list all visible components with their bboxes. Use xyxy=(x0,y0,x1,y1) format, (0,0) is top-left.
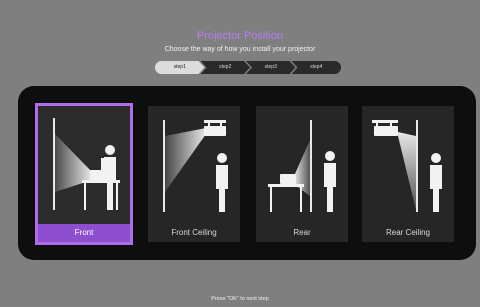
option-rear-ceiling[interactable]: Rear Ceiling xyxy=(362,106,454,242)
option-front-label: Front xyxy=(38,224,130,242)
step-2[interactable]: step2 xyxy=(201,61,251,74)
step-indicator: step1 step2 step3 step4 xyxy=(155,61,341,74)
option-rear-ceiling-label: Rear Ceiling xyxy=(385,228,431,237)
next-step-hint: Press "OK" to next step xyxy=(211,296,269,302)
option-front-ceiling-label: Front Ceiling xyxy=(171,228,217,237)
option-front-ceiling[interactable]: Front Ceiling xyxy=(148,106,240,242)
front-projection-icon xyxy=(53,118,120,210)
step-1[interactable]: step1 xyxy=(155,61,205,74)
page-title: Projector Position xyxy=(196,30,284,42)
front-ceiling-projection-icon xyxy=(163,120,228,212)
position-options-panel: Front Front Ceiling Rear Rear Ceiling xyxy=(18,86,476,260)
rear-ceiling-projection-icon xyxy=(372,120,442,212)
step-3[interactable]: step3 xyxy=(246,61,296,74)
option-rear[interactable]: Rear xyxy=(256,106,348,242)
page-subtitle: Choose the way of how you install your p… xyxy=(164,46,316,53)
step-4[interactable]: step4 xyxy=(291,61,341,74)
option-front[interactable]: Front xyxy=(35,103,133,245)
rear-projection-icon xyxy=(268,120,336,212)
option-rear-label: Rear xyxy=(293,228,311,237)
